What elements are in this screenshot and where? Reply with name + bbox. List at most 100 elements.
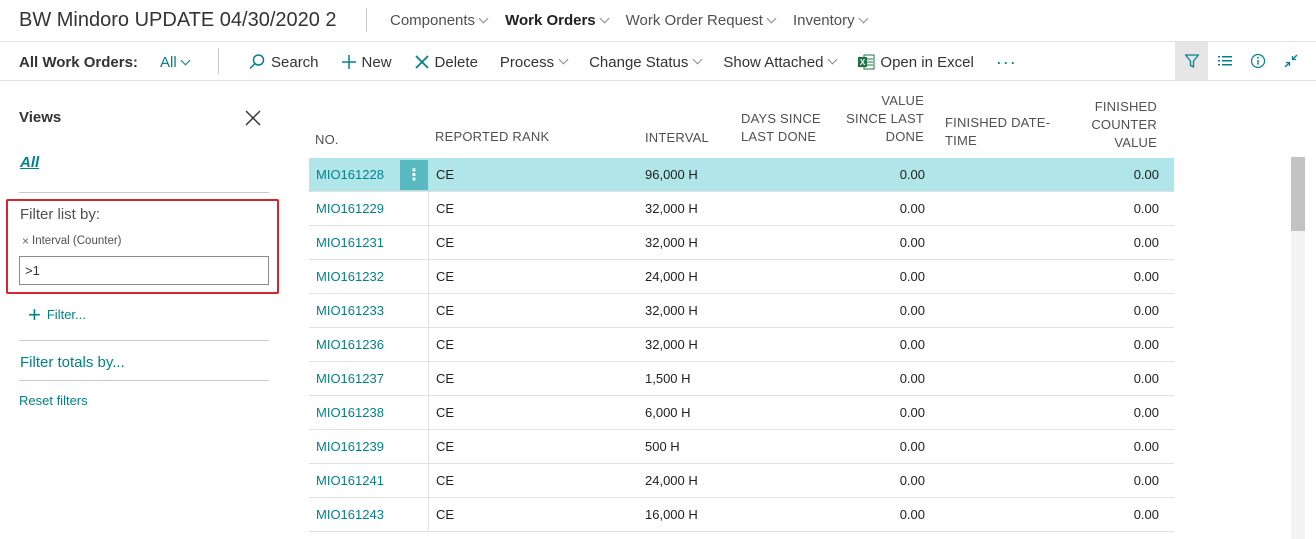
column-header-label: Last Done — [741, 129, 817, 144]
interval-filter-input[interactable] — [19, 256, 269, 285]
table-row[interactable]: MIO161231 CE 32,000 H 0.00 0.00 — [309, 226, 1174, 260]
process-menu[interactable]: Process — [500, 53, 569, 71]
collapse-button[interactable] — [1274, 42, 1307, 80]
action-list: Search New Delete Process Change Status … — [248, 53, 1039, 71]
work-order-no-link[interactable]: MIO161232 — [316, 260, 384, 293]
column-header-value-since-last-done[interactable]: Value Since Last Done — [829, 92, 924, 146]
nav-work-order-request-label: Work Order Request — [625, 12, 763, 29]
reported-rank-cell: CE — [436, 167, 455, 182]
filter-pane-toggle[interactable] — [1175, 42, 1208, 80]
table-row[interactable]: MIO161228 ⋮ CE 96,000 H 0.00 0.00 — [309, 158, 1174, 192]
reset-filters-link[interactable]: Reset filters — [19, 393, 88, 408]
table-row[interactable]: MIO161243 CE 16,000 H 0.00 0.00 — [309, 498, 1174, 532]
column-header-label: Reported Rank — [435, 129, 550, 144]
value-since-last-done-cell: 0.00 — [899, 473, 925, 488]
nav-components[interactable]: Components — [390, 12, 489, 29]
finished-counter-value-cell: 0.00 — [1133, 371, 1159, 386]
more-options-button[interactable]: ··· — [996, 53, 1017, 71]
table-row[interactable]: MIO161237 CE 1,500 H 0.00 0.00 — [309, 362, 1174, 396]
filter-icon — [1184, 54, 1199, 68]
finished-counter-value-cell: 0.00 — [1133, 269, 1159, 284]
finished-counter-value-cell: 0.00 — [1133, 405, 1159, 420]
add-filter-button[interactable]: + Filter... — [28, 301, 86, 327]
value-since-last-done-cell: 0.00 — [899, 201, 925, 216]
work-order-no-link[interactable]: MIO161241 — [316, 464, 384, 497]
chevron-down-icon — [827, 54, 838, 65]
chevron-down-icon — [766, 13, 777, 23]
column-header-no[interactable]: No. — [315, 131, 339, 149]
work-order-no-link[interactable]: MIO161239 — [316, 430, 384, 463]
view-selector-value: All — [160, 54, 177, 71]
interval-cell: 16,000 H — [645, 507, 698, 522]
excel-icon: X — [858, 54, 875, 70]
column-divider — [428, 192, 429, 226]
interval-cell: 32,000 H — [645, 303, 698, 318]
work-order-no-link[interactable]: MIO161238 — [316, 396, 384, 429]
reported-rank-cell: CE — [436, 507, 455, 522]
view-all-link[interactable]: All — [20, 154, 39, 171]
work-order-no-link[interactable]: MIO161231 — [316, 226, 384, 259]
main-navigation: Components Work Orders Work Order Reques… — [390, 12, 885, 29]
value-since-last-done-cell: 0.00 — [899, 405, 925, 420]
open-in-excel-button[interactable]: X Open in Excel — [858, 53, 974, 71]
finished-counter-value-cell: 0.00 — [1133, 337, 1159, 352]
work-order-no-link[interactable]: MIO161229 — [316, 192, 384, 225]
column-divider — [428, 260, 429, 294]
plus-icon: + — [28, 301, 41, 327]
column-divider — [428, 362, 429, 396]
table-row[interactable]: MIO161241 CE 24,000 H 0.00 0.00 — [309, 464, 1174, 498]
page-caption: All Work Orders: — [19, 54, 138, 71]
search-button[interactable]: Search — [248, 53, 319, 71]
nav-inventory[interactable]: Inventory — [793, 12, 869, 29]
column-divider — [428, 226, 429, 260]
chevron-down-icon — [599, 13, 610, 23]
work-order-no-link[interactable]: MIO161243 — [316, 498, 384, 531]
close-filter-pane-button[interactable] — [243, 108, 263, 128]
column-header-days-since-last-done[interactable]: Days Since Last Done — [741, 110, 821, 146]
show-attached-menu[interactable]: Show Attached — [723, 53, 838, 71]
column-header-label: No. — [315, 132, 339, 147]
column-header-finished-date-time[interactable]: Finished Date- Time — [945, 114, 1050, 150]
finished-counter-value-cell: 0.00 — [1133, 201, 1159, 216]
reported-rank-cell: CE — [436, 337, 455, 352]
divider — [19, 340, 269, 341]
list-layout-toggle[interactable] — [1208, 42, 1241, 80]
table-row[interactable]: MIO161236 CE 32,000 H 0.00 0.00 — [309, 328, 1174, 362]
reported-rank-cell: CE — [436, 303, 455, 318]
remove-filter-interval[interactable]: × Interval (Counter) — [22, 234, 122, 248]
add-filter-label: Filter... — [46, 307, 86, 322]
change-status-menu[interactable]: Change Status — [589, 53, 703, 71]
delete-button[interactable]: Delete — [414, 53, 478, 71]
divider — [366, 8, 367, 32]
work-order-no-link[interactable]: MIO161237 — [316, 362, 384, 395]
scrollbar-thumb[interactable] — [1291, 157, 1305, 231]
view-selector[interactable]: All — [160, 54, 191, 71]
table-row[interactable]: MIO161233 CE 32,000 H 0.00 0.00 — [309, 294, 1174, 328]
table-row[interactable]: MIO161239 CE 500 H 0.00 0.00 — [309, 430, 1174, 464]
filter-totals-link[interactable]: Filter totals by... — [20, 354, 125, 371]
column-header-interval[interactable]: Interval — [645, 129, 709, 147]
chevron-down-icon — [478, 13, 489, 23]
new-button[interactable]: New — [341, 53, 392, 71]
work-order-no-link[interactable]: MIO161236 — [316, 328, 384, 361]
table-row[interactable]: MIO161238 CE 6,000 H 0.00 0.00 — [309, 396, 1174, 430]
table-row[interactable]: MIO161232 CE 24,000 H 0.00 0.00 — [309, 260, 1174, 294]
company-title: BW Mindoro UPDATE 04/30/2020 2 — [19, 9, 337, 31]
nav-work-order-request[interactable]: Work Order Request — [625, 12, 777, 29]
open-in-excel-label: Open in Excel — [880, 53, 974, 71]
nav-work-orders[interactable]: Work Orders — [505, 12, 610, 29]
finished-counter-value-cell: 0.00 — [1133, 167, 1159, 182]
row-actions-button[interactable]: ⋮ — [400, 160, 428, 190]
column-divider — [428, 294, 429, 328]
factbox-toggle[interactable] — [1241, 42, 1274, 80]
finished-counter-value-cell: 0.00 — [1133, 507, 1159, 522]
work-order-no-link[interactable]: MIO161228 — [316, 158, 384, 191]
work-order-no-link[interactable]: MIO161233 — [316, 294, 384, 327]
interval-cell: 6,000 H — [645, 405, 691, 420]
column-header-reported-rank[interactable]: Reported Rank — [435, 128, 549, 146]
column-header-finished-counter-value[interactable]: Finished Counter Value — [1069, 98, 1157, 152]
filter-list-by-label: Filter list by: — [20, 206, 101, 223]
finished-counter-value-cell: 0.00 — [1133, 303, 1159, 318]
value-since-last-done-cell: 0.00 — [899, 337, 925, 352]
table-row[interactable]: MIO161229 CE 32,000 H 0.00 0.00 — [309, 192, 1174, 226]
